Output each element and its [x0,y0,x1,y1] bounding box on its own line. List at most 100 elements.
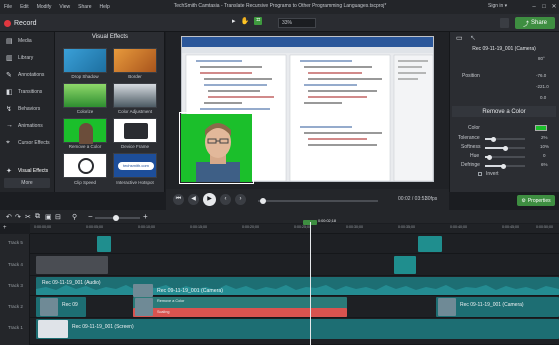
slider-knob[interactable] [503,145,508,151]
paste-icon[interactable]: ▣ [45,213,52,221]
effect-drop-shadow[interactable] [63,48,107,73]
clip[interactable] [36,256,108,274]
close-icon[interactable]: ✕ [550,3,558,11]
rail-item-cursor-effects[interactable]: ⌖ Cursor Effects [6,139,50,147]
video-properties-icon[interactable]: ▭ [456,34,463,42]
ruler-tick: 0:00:15;00 [190,225,207,229]
cut-icon[interactable]: ✂ [25,213,31,221]
timeline-ruler[interactable]: 0:00:00;00 0:00:05;00 0:00:10;00 0:00:15… [30,224,559,234]
rail-item-media[interactable]: ▤ Media [6,37,32,45]
position-z[interactable]: 0.0 [540,95,546,100]
timeline-toolbar: ↶ ↷ ✂ ⧉ ▣ ⊟ ⚲ − + [0,210,559,223]
undo-icon[interactable]: ↶ [6,213,12,221]
effect-label: Border [128,74,142,79]
zoom-search-icon[interactable]: ⚲ [72,213,77,221]
effects-title: Visual Effects [91,34,129,40]
next-frame-icon[interactable]: › [235,194,246,205]
hotspot-url-text: techsmith.com [118,162,154,170]
maximize-icon[interactable]: □ [540,3,548,11]
prev-frame-icon[interactable]: ‹ [220,194,231,205]
ruler-tick: 0:00:45;00 [502,225,519,229]
copy-icon[interactable]: ⧉ [35,213,40,221]
effect-interactive-hotspot[interactable]: techsmith.com [113,153,157,178]
ruler-tick: 0:00:40;00 [450,225,467,229]
position-x[interactable]: -76.0 [536,73,546,78]
track-name: Track 4 [8,262,23,267]
tools-rail: ▤ Media ▥ Library ✎ Annotations ◧ Transition… [0,32,55,192]
play-icon[interactable]: ▶ [203,193,216,206]
effect-color-adjustment[interactable] [113,83,157,108]
cursor-effects-icon: ⌖ [6,139,10,146]
rail-item-behaviors[interactable]: ↯ Behaviors [6,105,40,113]
hue-slider[interactable] [485,154,525,160]
tolerance-value[interactable]: 2% [541,135,548,140]
position-label: Position [462,73,480,79]
pointer-icon[interactable]: ▸ [232,17,236,25]
scrub-bar[interactable] [258,200,378,202]
app-title: TechSmith Camtasia - Translate Recursive… [173,3,387,9]
menu-view[interactable]: View [55,4,74,10]
track-name: Track 3 [8,283,23,288]
slider-knob[interactable] [501,163,506,169]
rail-item-transitions[interactable]: ◧ Transitions [6,88,42,96]
menu-share[interactable]: Share [74,4,95,10]
rail-item-library[interactable]: ▥ Library [6,54,33,62]
menu-edit[interactable]: Edit [16,4,33,10]
effect-border[interactable] [113,48,157,73]
record-button[interactable]: Record [4,17,37,29]
redo-icon[interactable]: ↷ [15,213,21,221]
softness-value[interactable]: 10% [540,144,549,149]
color-swatch[interactable] [535,125,547,131]
pan-hand-icon[interactable]: ✋ [241,17,250,25]
track-name: Track 1 [8,325,23,330]
effect-remove-a-color[interactable] [63,118,107,144]
slider-knob[interactable] [491,136,496,142]
rail-item-visual-effects[interactable]: ✦ Visual Effects [6,167,48,175]
effect-device-frame[interactable] [113,118,157,143]
menu-modify[interactable]: Modify [33,4,56,10]
split-icon[interactable]: ⊟ [55,213,61,221]
step-back-icon[interactable]: ⏮ [173,194,184,205]
rail-item-annotations[interactable]: ✎ Annotations [6,71,44,79]
clip-thumbnail [135,298,153,316]
clip-thumbnail [133,284,153,297]
effect-clip-speed[interactable] [63,153,107,178]
defringe-value[interactable]: 6% [541,162,548,167]
scale-value[interactable]: 80° [538,56,545,61]
cursor-properties-icon[interactable]: ↖ [470,34,476,42]
clip[interactable] [97,236,111,252]
download-icon[interactable] [500,18,509,28]
clip[interactable] [418,236,442,252]
defringe-slider[interactable] [485,163,525,169]
hue-value[interactable]: 0 [543,153,546,158]
properties-button[interactable]: ⚙ Properties [517,195,555,206]
tolerance-slider[interactable] [485,136,525,142]
effect-colorize[interactable] [63,83,107,108]
zoom-out-icon[interactable]: − [88,212,93,221]
share-button[interactable]: ⤴ Share [515,17,555,29]
zoom-knob[interactable] [113,215,119,221]
slider-knob[interactable] [487,154,492,160]
rewind-icon[interactable]: ◀ [188,194,199,205]
fps-label[interactable]: 30fps [425,196,437,202]
rail-item-animations[interactable]: → Animations [6,122,43,129]
invert-checkbox[interactable] [478,172,482,176]
more-button[interactable]: More [4,178,50,188]
sign-in-link[interactable]: Sign in ▾ [488,3,507,9]
zoom-select[interactable]: 33% [278,18,316,28]
track-row-4[interactable] [30,254,559,276]
audio-clip[interactable] [36,277,559,295]
add-track-icon[interactable]: + [3,225,7,231]
menu-file[interactable]: File [0,4,16,10]
scrub-knob[interactable] [260,198,266,204]
position-y[interactable]: -221.0 [536,84,549,89]
minimize-icon[interactable]: – [530,3,538,11]
remove-a-color-header[interactable]: Remove a Color [452,106,556,117]
clip[interactable] [394,256,416,274]
selection-box[interactable] [179,112,254,184]
softness-slider[interactable] [485,145,525,151]
crop-icon[interactable]: ⌗ [254,17,263,25]
menu-help[interactable]: Help [96,4,114,10]
zoom-in-icon[interactable]: + [143,212,148,221]
playhead[interactable] [310,222,311,345]
